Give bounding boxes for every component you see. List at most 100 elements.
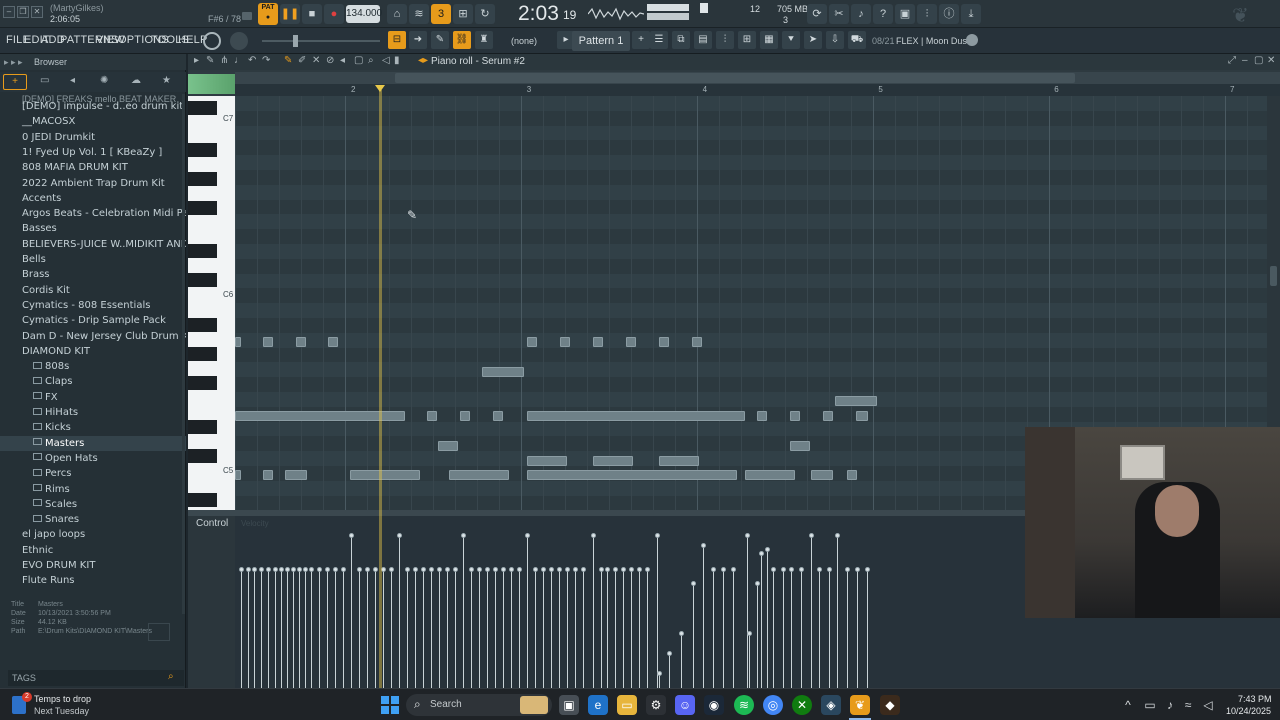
velocity-handle[interactable] [835,533,840,538]
velocity-bar[interactable] [351,536,352,688]
render-icon[interactable]: ⇩ [826,31,844,49]
velocity-handle[interactable] [477,567,482,572]
arrow-icon[interactable]: ▸ [194,55,199,66]
browser-item[interactable]: 0 JEDI Drumkit [0,130,186,145]
playlist-icon[interactable]: ☰ [650,31,668,49]
midi-note[interactable] [823,411,833,421]
velocity-handle[interactable] [817,567,822,572]
velocity-handle[interactable] [655,533,660,538]
velocity-handle[interactable] [357,567,362,572]
velocity-handle[interactable] [429,567,434,572]
browser-item[interactable]: HiHats [0,405,186,420]
velocity-bar[interactable] [713,570,714,688]
velocity-bar[interactable] [749,634,750,688]
velocity-bar[interactable] [607,570,608,688]
pencil-icon[interactable]: ✎ [284,55,292,66]
velocity-bar[interactable] [367,570,368,688]
timeline-scroll-thumb[interactable] [395,73,1075,83]
mixer-view-icon[interactable]: ⫶ [716,31,734,49]
velocity-bar[interactable] [543,570,544,688]
velocity-bar[interactable] [415,570,416,688]
velocity-bar[interactable] [311,570,312,688]
midi-note[interactable] [350,470,420,480]
velocity-bar[interactable] [463,536,464,688]
arrow-right-icon[interactable]: ➜ [409,31,427,49]
velocity-handle[interactable] [239,567,244,572]
wifi-icon[interactable]: ≈ [1180,697,1196,713]
undo-icon[interactable]: ↶ [248,55,256,66]
midi-note[interactable] [482,367,524,377]
velocity-bar[interactable] [343,570,344,688]
fl-studio-icon[interactable]: ❦ [850,695,870,715]
velocity-handle[interactable] [809,533,814,538]
velocity-bar[interactable] [669,654,670,688]
tags-bar[interactable]: TAGS ⌕ [8,670,184,686]
velocity-bar[interactable] [623,570,624,688]
velocity-bar[interactable] [747,536,748,688]
velocity-bar[interactable] [275,570,276,688]
record-button[interactable]: ● [324,4,344,24]
cloud-icon[interactable]: ☁ [131,75,141,86]
playhead-marker[interactable] [375,85,385,92]
window-minimize-icon[interactable]: – [1242,55,1248,66]
weather-title[interactable]: Temps to drop [34,694,91,704]
velocity-bar[interactable] [261,570,262,688]
channel-rack-icon[interactable]: ⧉ [672,31,690,49]
velocity-handle[interactable] [747,631,752,636]
playback-icon[interactable]: ◁ [382,55,390,66]
window-maximize-icon[interactable]: ▢ [1254,55,1263,66]
velocity-bar[interactable] [439,570,440,688]
midi-note[interactable] [263,337,273,347]
help-icon[interactable]: ? [873,4,893,24]
velocity-bar[interactable] [455,570,456,688]
midi-note[interactable] [659,337,669,347]
velocity-bar[interactable] [407,570,408,688]
plugin-db-icon[interactable]: ✺ [100,75,108,86]
paint-icon[interactable]: ✐ [298,55,306,66]
velocity-bar[interactable] [757,584,758,688]
midi-note[interactable] [811,470,833,480]
close-icon[interactable]: ✕ [31,6,43,18]
velocity-handle[interactable] [453,567,458,572]
midi-note[interactable] [856,411,868,421]
velocity-handle[interactable] [333,567,338,572]
browser-item[interactable]: Dam D - New Jersey Club Drum Kit [0,329,186,344]
velocity-bar[interactable] [639,570,640,688]
steam-alt-icon[interactable]: ◈ [821,695,841,715]
velocity-bar[interactable] [811,536,812,688]
tray-chevron-icon[interactable]: ^ [1120,697,1136,713]
velocity-handle[interactable] [291,567,296,572]
file-icon[interactable]: ▭ [40,75,49,86]
browser-item[interactable]: Accents [0,191,186,206]
midi-note[interactable] [560,337,570,347]
midi-note[interactable] [692,337,702,347]
velocity-handle[interactable] [421,567,426,572]
velocity-bar[interactable] [703,546,704,688]
velocity-handle[interactable] [637,567,642,572]
velocity-bar[interactable] [767,550,768,688]
velocity-handle[interactable] [303,567,308,572]
velocity-bar[interactable] [281,570,282,688]
midi-note[interactable] [790,411,800,421]
spotify-icon[interactable]: ≋ [734,695,754,715]
velocity-handle[interactable] [413,567,418,572]
velocity-handle[interactable] [437,567,442,572]
velocity-bar[interactable] [601,570,602,688]
velocity-handle[interactable] [573,567,578,572]
midi-note[interactable] [527,470,737,480]
velocity-bar[interactable] [659,674,660,688]
velocity-handle[interactable] [755,581,760,586]
black-key[interactable] [188,347,217,361]
minimize-icon[interactable]: – [3,6,15,18]
channel-icon[interactable]: ⊞ [738,31,756,49]
velocity-bar[interactable] [693,584,694,688]
refresh-icon[interactable]: ⟳ [807,4,827,24]
black-key[interactable] [188,376,217,390]
velocity-handle[interactable] [365,567,370,572]
velocity-handle[interactable] [621,567,626,572]
chord-icon[interactable]: ♩ [234,55,244,66]
taskbar-search[interactable]: ⌕ Search [406,694,552,716]
browser-item[interactable]: Masters [0,435,186,451]
velocity-bar[interactable] [867,570,868,688]
edge-icon[interactable]: e [588,695,608,715]
